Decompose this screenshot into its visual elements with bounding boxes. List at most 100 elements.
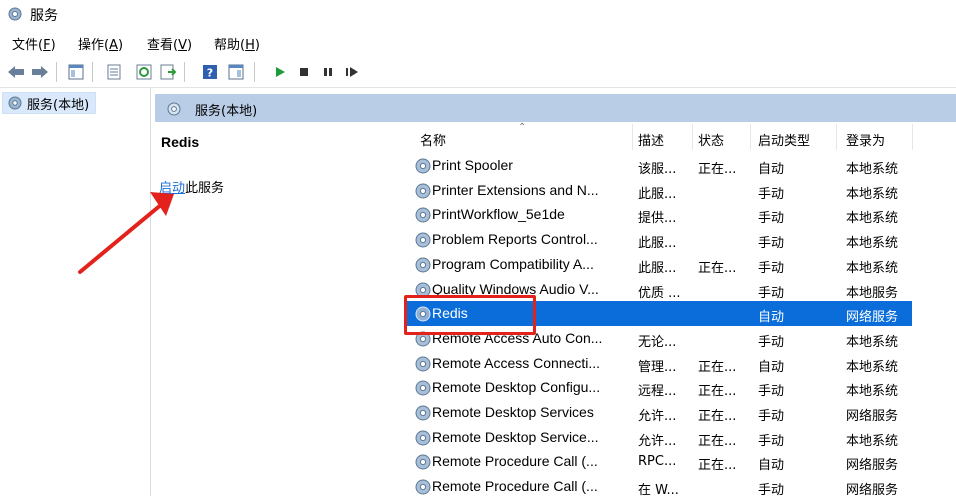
description-pane: Redis 启动此服务 [155, 122, 400, 496]
service-row[interactable]: Printer Extensions and N... 此服... 手动 本地系统 [406, 178, 912, 203]
service-row[interactable]: Remote Procedure Call (... RPC... 正在... 自动 网… [406, 449, 912, 474]
sort-ascending-icon: ⌃ [518, 122, 527, 133]
annotation-arrow-icon [78, 192, 174, 274]
service-row[interactable]: Problem Reports Control... 此服... 手动 本地系统 [406, 227, 912, 252]
toolbar: ? [0, 57, 956, 88]
service-logon-as: 本地系统 [846, 384, 899, 400]
service-gear-icon [415, 454, 431, 470]
service-status: 正在... [698, 458, 737, 474]
service-startup-type: 手动 [758, 211, 785, 227]
service-logon-as: 本地系统 [846, 334, 899, 350]
service-gear-icon [415, 232, 431, 248]
column-header-status[interactable]: 状态 [698, 130, 724, 149]
window-title: 服务 [30, 8, 58, 24]
services-gear-icon [167, 102, 181, 116]
start-service-text: 此服务 [185, 181, 225, 196]
service-startup-type: 自动 [758, 458, 785, 474]
service-description: 允许... [638, 409, 677, 424]
service-name: Remote Procedure Call (... [432, 453, 598, 470]
service-gear-icon [415, 158, 431, 174]
column-header-logon-as[interactable]: 登录为 [846, 130, 885, 149]
service-logon-as: 本地服务 [846, 285, 899, 301]
service-logon-as: 网络服务 [846, 310, 899, 326]
svg-text:?: ? [207, 67, 213, 80]
service-logon-as: 本地系统 [846, 433, 899, 449]
forward-arrow-icon[interactable] [30, 62, 50, 82]
service-logon-as: 本地系统 [846, 162, 899, 177]
service-gear-icon [415, 479, 431, 495]
pause-service-icon[interactable] [318, 62, 338, 82]
service-startup-type: 自动 [758, 310, 785, 326]
service-name: Remote Desktop Service... [432, 428, 599, 445]
column-header-description[interactable]: 描述 [638, 130, 664, 149]
list-header: ⌃ 名称 描述 状态 启动类型 登录为 [400, 122, 956, 152]
service-description: 此服... [638, 236, 677, 252]
service-logon-as: 网络服务 [846, 409, 899, 424]
service-startup-type: 手动 [758, 260, 785, 276]
service-name: Remote Access Connecti... [432, 354, 601, 371]
service-logon-as: 本地系统 [846, 236, 899, 252]
service-description: 此服... [638, 260, 677, 276]
service-description: 允许... [638, 433, 677, 449]
service-name: Printer Extensions and N... [432, 181, 599, 198]
export-list-icon[interactable] [158, 62, 178, 82]
service-logon-as: 本地系统 [846, 186, 899, 202]
service-logon-as: 本地系统 [846, 359, 899, 375]
resume-service-icon[interactable] [342, 62, 362, 82]
service-name: Print Spooler [432, 157, 513, 173]
service-row[interactable]: Program Compatibility A... 此服... 正在... 手动 本地… [406, 252, 912, 277]
help-icon[interactable]: ? [200, 62, 220, 82]
menu-help[interactable]: 帮助(H) [214, 34, 260, 53]
service-row[interactable]: Remote Procedure Call (... 在 W... 手动 网络服务 [406, 474, 912, 496]
highlight-box [404, 295, 536, 335]
menu-action[interactable]: 操作(A) [78, 34, 123, 53]
tree-item-services-local[interactable]: 服务(本地) [2, 92, 97, 114]
service-description: 提供... [638, 211, 677, 227]
title-bar: 服务 [0, 0, 956, 28]
service-description: RPC... [638, 454, 677, 470]
console-tree-icon[interactable] [66, 62, 86, 82]
service-row[interactable]: Remote Desktop Services 允许... 正在... 手动 网络服务 [406, 400, 912, 425]
service-description: 该服... [638, 162, 677, 177]
service-startup-type: 手动 [758, 285, 785, 301]
column-header-startup-type[interactable]: 启动类型 [758, 130, 810, 149]
column-header-name[interactable]: 名称 [420, 130, 446, 149]
service-name: Program Compatibility A... [432, 255, 594, 272]
service-row[interactable]: Remote Access Connecti... 管理... 正在... 自动 本地系… [406, 351, 912, 376]
service-row[interactable]: PrintWorkflow_5e1de 提供... 手动 本地系统 [406, 202, 912, 227]
service-row[interactable]: Remote Desktop Configu... 远程... 正在... 手动 本地系… [406, 375, 912, 400]
stop-service-icon[interactable] [294, 62, 314, 82]
service-row[interactable]: Remote Desktop Service... 允许... 正在... 手动 本地系… [406, 425, 912, 450]
service-logon-as: 本地系统 [846, 260, 899, 276]
show-hide-pane-icon[interactable] [226, 62, 246, 82]
service-row[interactable]: Print Spooler 该服... 正在... 自动 本地系统 [406, 153, 912, 178]
service-gear-icon [415, 430, 431, 446]
refresh-icon[interactable] [134, 62, 154, 82]
service-gear-icon [415, 257, 431, 273]
service-startup-type: 手动 [758, 334, 785, 350]
back-arrow-icon[interactable] [6, 62, 26, 82]
service-name: PrintWorkflow_5e1de [432, 206, 565, 223]
service-gear-icon [415, 380, 431, 396]
service-gear-icon [415, 405, 431, 421]
services-gear-icon [8, 96, 22, 110]
menu-view[interactable]: 查看(V) [147, 34, 192, 53]
service-startup-type: 手动 [758, 483, 785, 496]
service-logon-as: 网络服务 [846, 458, 899, 474]
service-logon-as: 网络服务 [846, 483, 899, 496]
menu-bar: 文件(F) 操作(A) 查看(V) 帮助(H) [0, 31, 956, 53]
properties-icon[interactable] [104, 62, 124, 82]
start-service-icon[interactable] [270, 62, 290, 82]
service-description: 此服... [638, 186, 677, 202]
panel-header: 服务(本地) [155, 94, 956, 122]
service-status: 正在... [698, 433, 737, 449]
service-startup-type: 手动 [758, 433, 785, 449]
service-status: 正在... [698, 359, 737, 375]
menu-file[interactable]: 文件(F) [12, 34, 56, 53]
service-name: Remote Procedure Call (... [432, 478, 598, 495]
service-description: 远程... [638, 384, 677, 400]
service-name: Remote Desktop Services [432, 404, 594, 420]
service-name: Remote Desktop Configu... [432, 379, 601, 396]
service-startup-type: 手动 [758, 409, 785, 424]
service-status: 正在... [698, 384, 737, 400]
